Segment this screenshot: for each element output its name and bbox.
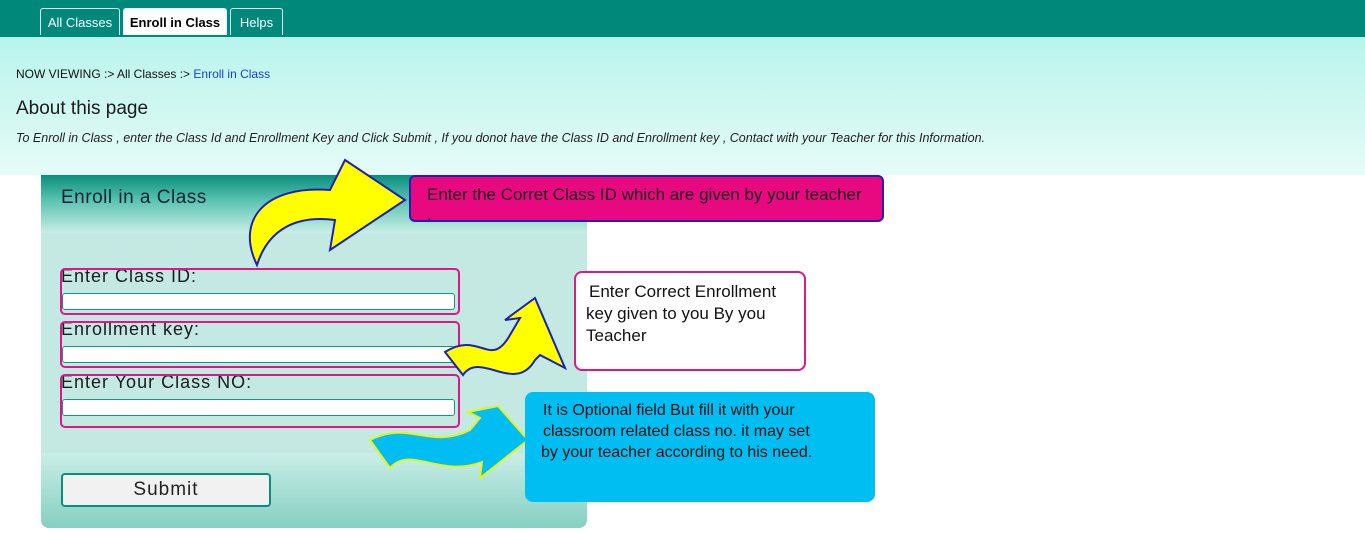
enrollment-key-callout: Enter Correct Enrollment key given to yo…	[574, 271, 806, 371]
callout-line: Enter Correct Enrollment	[589, 282, 777, 301]
arrow-class-no-icon	[368, 404, 530, 481]
arrow-enrollment-key-icon	[443, 296, 568, 377]
arrow-class-id-icon	[248, 158, 407, 268]
class-no-callout: It is Optional field But fill it with yo…	[525, 392, 875, 502]
callout-line: classroom related class no. it may set	[543, 423, 810, 440]
callout-line: Teacher	[586, 326, 647, 345]
callout-line: It is Optional field But fill it with yo…	[543, 402, 795, 419]
callout-line: key given to you By you	[586, 304, 766, 323]
callout-line: by your teacher according to his need.	[541, 444, 813, 461]
class-id-callout: Enter the Corret Class ID which are give…	[409, 175, 884, 224]
